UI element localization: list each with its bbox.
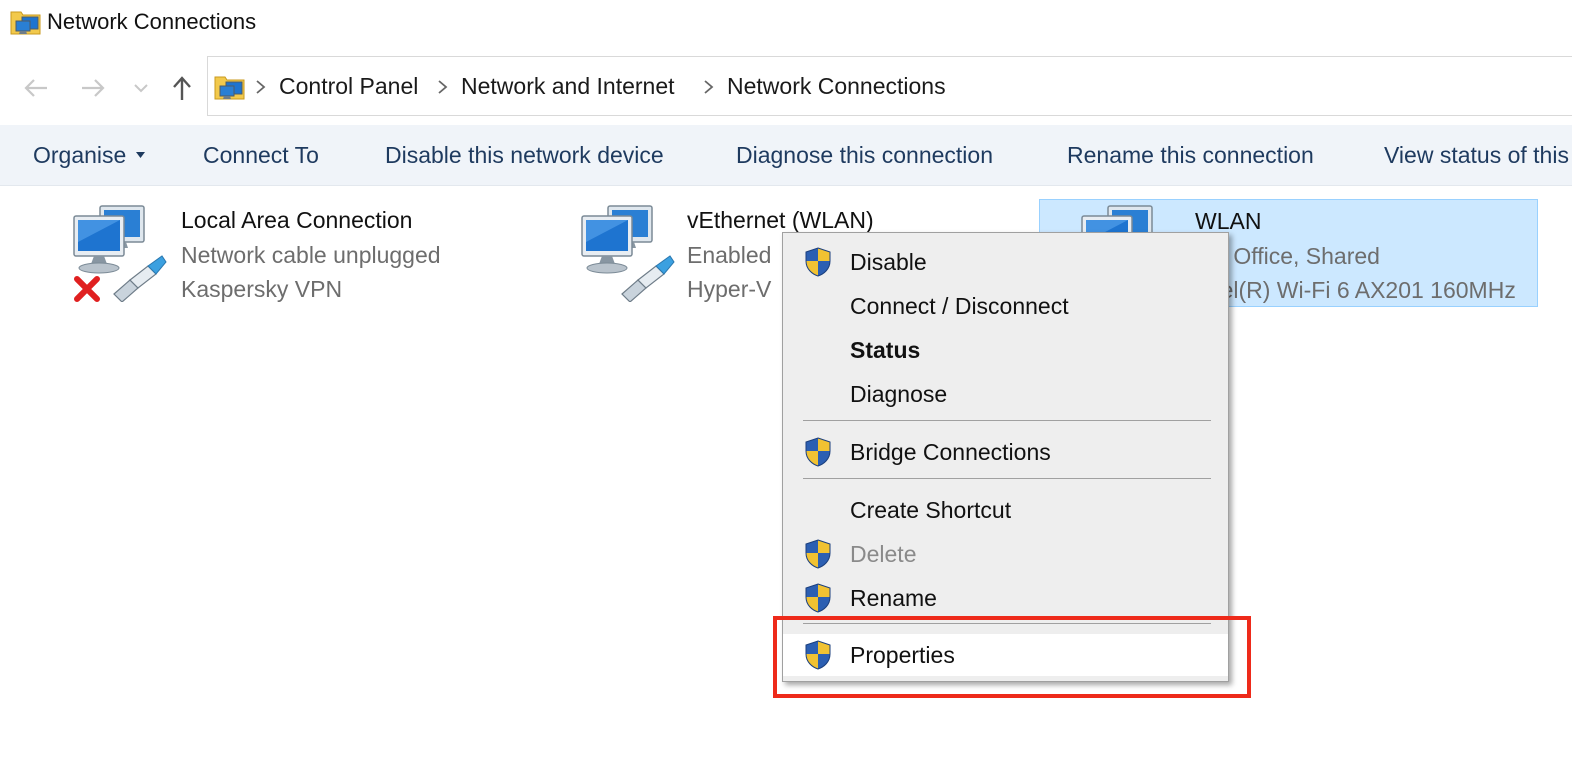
chevron-right-icon[interactable] (702, 79, 716, 95)
arrow-right-icon (82, 79, 105, 97)
view-status-button[interactable]: View status of this connection (1384, 142, 1572, 169)
caret-down-icon (136, 152, 145, 158)
chevron-right-icon[interactable] (436, 79, 450, 95)
menu-item-label: Delete (850, 541, 917, 567)
connect-to-button[interactable]: Connect To (203, 142, 319, 169)
menu-item-properties[interactable]: Properties (783, 634, 1228, 676)
menu-item-create-shortcut[interactable]: Create Shortcut (783, 490, 1228, 530)
organise-button[interactable]: Organise (33, 142, 126, 169)
connection-item-local-area[interactable]: Local Area Connection Network cable unpl… (60, 200, 530, 308)
chevron-down-icon (134, 84, 148, 93)
menu-item-label: Diagnose (850, 381, 948, 407)
menu-item-label: Create Shortcut (850, 497, 1012, 523)
network-folder-icon (10, 6, 42, 38)
connection-name: Local Area Connection (181, 207, 413, 233)
title-bar: Network Connections (0, 0, 1572, 48)
connection-name: WLAN (1195, 208, 1262, 234)
menu-separator (803, 420, 1211, 421)
uac-shield-icon (803, 247, 833, 277)
red-x-icon (74, 276, 100, 302)
rename-connection-button[interactable]: Rename this connection (1067, 142, 1314, 169)
connection-device: Hyper-V (687, 276, 772, 302)
window-title: Network Connections (47, 9, 257, 34)
menu-item-label: Disable (850, 249, 927, 275)
context-menu: Disable Connect / Disconnect Status Diag… (782, 232, 1229, 682)
menu-item-label: Connect / Disconnect (850, 293, 1069, 319)
menu-item-label: Rename (850, 585, 937, 611)
disable-device-button[interactable]: Disable this network device (385, 142, 664, 169)
menu-item-rename[interactable]: Rename (783, 578, 1228, 618)
up-button[interactable] (164, 70, 200, 106)
connection-device: Kaspersky VPN (181, 276, 343, 302)
uac-shield-icon (803, 437, 833, 467)
menu-item-label: Properties (850, 642, 955, 668)
forward-button[interactable] (75, 70, 111, 106)
uac-shield-icon (803, 583, 833, 613)
menu-item-status[interactable]: Status (783, 330, 1228, 370)
address-bar[interactable]: Control Panel Network and Internet Netwo… (207, 56, 1572, 116)
menu-item-label: Status (850, 337, 921, 363)
menu-item-connect-disconnect[interactable]: Connect / Disconnect (783, 286, 1228, 326)
menu-separator (803, 623, 1211, 624)
menu-item-bridge-connections[interactable]: Bridge Connections (783, 432, 1228, 472)
breadcrumb-control-panel[interactable]: Control Panel (279, 73, 418, 100)
connection-name: vEthernet (WLAN) (687, 207, 874, 233)
diagnose-connection-button[interactable]: Diagnose this connection (736, 142, 993, 169)
breadcrumb-network-and-internet[interactable]: Network and Internet (461, 73, 675, 100)
menu-item-disable[interactable]: Disable (783, 242, 1228, 282)
network-folder-icon (214, 71, 246, 103)
menu-separator (803, 478, 1211, 479)
uac-shield-icon (803, 539, 833, 569)
arrow-left-icon (24, 79, 47, 97)
menu-item-delete[interactable]: Delete (783, 534, 1228, 574)
uac-shield-icon (803, 640, 833, 670)
menu-item-diagnose[interactable]: Diagnose (783, 374, 1228, 414)
connection-status: Enabled (687, 242, 772, 268)
network-computers-icon (578, 202, 678, 302)
connection-status: Network cable unplugged (181, 242, 441, 268)
menu-item-label: Bridge Connections (850, 439, 1051, 465)
back-button[interactable] (18, 70, 54, 106)
arrow-up-icon (173, 76, 191, 100)
command-bar: Organise Connect To Disable this network… (0, 125, 1572, 186)
connection-device: Intel(R) Wi-Fi 6 AX201 160MHz (1195, 277, 1516, 303)
recent-locations-button[interactable] (124, 70, 158, 106)
breadcrumb-network-connections[interactable]: Network Connections (727, 73, 946, 100)
chevron-right-icon[interactable] (254, 79, 268, 95)
